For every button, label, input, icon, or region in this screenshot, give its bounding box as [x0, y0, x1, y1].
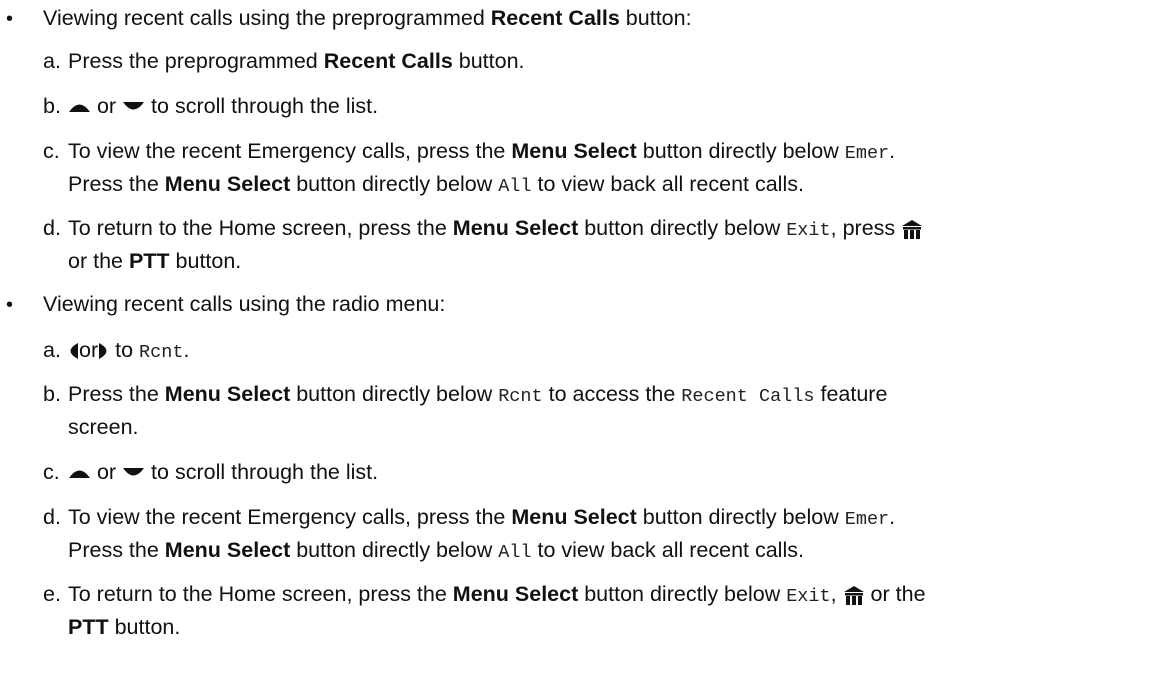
step-text: button directly below: [290, 382, 499, 406]
step-label: b.: [43, 382, 61, 406]
menu-select-bold: Menu Select: [452, 216, 579, 240]
menu-select-bold: Menu Select: [164, 538, 291, 562]
line-2: PTT button.: [43, 612, 1163, 643]
step-text: to access the: [542, 382, 682, 406]
exit-code: Exit: [786, 220, 831, 241]
step-text: Press the: [68, 538, 165, 562]
ptt-bold: PTT: [128, 249, 170, 273]
emer-code: Emer: [844, 143, 890, 164]
line-1: e. To return to the Home screen, press th…: [43, 579, 1163, 612]
step-text: or the: [68, 249, 129, 273]
menu-select-bold: Menu Select: [452, 582, 579, 606]
down-arrow-icon: [122, 467, 145, 479]
menu-select-bold: Menu Select: [164, 172, 291, 196]
step-label: a.: [43, 338, 61, 362]
bullet-marker: •: [6, 294, 14, 316]
section2-intro: Viewing recent calls using the radio men…: [43, 292, 446, 316]
step-text-end: .: [889, 505, 896, 529]
section2-step-b: b. Press the Menu Select button directly …: [43, 379, 1163, 443]
menu-select-bold: Menu Select: [511, 505, 637, 529]
step-text: button directly below: [636, 139, 845, 163]
emer-code: Emer: [844, 509, 890, 530]
intro-text: Viewing recent calls using the preprogra…: [43, 6, 491, 30]
step-label: c.: [43, 460, 60, 484]
line-1: d. To view the recent Emergency calls, pr…: [43, 502, 1163, 535]
line-2: or the PTT button.: [43, 246, 1163, 277]
step-text-end: .: [889, 139, 896, 163]
step-text: ,: [830, 582, 843, 606]
step-label: e.: [43, 582, 61, 606]
line-1: d. To return to the Home screen, press th…: [43, 213, 1163, 246]
right-arrow-icon: [98, 342, 109, 360]
or-text: or: [91, 94, 123, 118]
step-text: To return to the Home screen, press the: [68, 216, 453, 240]
or-text: or: [79, 338, 99, 362]
step-text: To view the recent Emergency calls, pres…: [68, 505, 512, 529]
step-text: Press the: [68, 382, 165, 406]
section1-step-b: b. or to scroll through the list.: [43, 91, 1163, 122]
section1-intro: Viewing recent calls using the preprogra…: [43, 6, 692, 31]
step-text-end: to view back all recent calls.: [531, 538, 804, 562]
line-1: b. Press the Menu Select button directly …: [43, 379, 1163, 412]
step-text: button directly below: [578, 582, 787, 606]
section1-step-d: d. To return to the Home screen, press th…: [43, 213, 1163, 277]
rcnt-code: Rcnt: [498, 386, 543, 407]
left-arrow-icon: [68, 342, 79, 360]
recent-calls-bold: Recent Calls: [490, 6, 620, 30]
step-text-end: button.: [452, 49, 525, 73]
step-text-end: or the: [864, 582, 926, 606]
step-text-end: button.: [108, 615, 181, 639]
step-label: b.: [43, 94, 61, 118]
exit-code: Exit: [786, 586, 831, 607]
up-arrow-icon: [68, 467, 91, 479]
section2-step-e: e. To return to the Home screen, press th…: [43, 579, 1163, 643]
step-text-end: to view back all recent calls.: [531, 172, 804, 196]
step-text: , press: [830, 216, 902, 240]
step-label: a.: [43, 49, 61, 73]
section1-step-c: c. To view the recent Emergency calls, pr…: [43, 136, 1163, 202]
step-text: button directly below: [636, 505, 845, 529]
step-text: To return to the Home screen, press the: [68, 582, 453, 606]
section2-step-c: c. or to scroll through the list.: [43, 457, 1163, 488]
all-code: All: [498, 176, 532, 197]
step-text: To view the recent Emergency calls, pres…: [68, 139, 512, 163]
line-2: screen.: [68, 415, 139, 439]
step-text-end: to scroll through the list.: [145, 94, 379, 118]
recent-calls-bold: Recent Calls: [323, 49, 453, 73]
all-code: All: [498, 542, 532, 563]
line-1: c. To view the recent Emergency calls, pr…: [43, 136, 1163, 169]
home-icon: [901, 219, 923, 240]
home-icon: [843, 585, 865, 606]
step-label: d.: [43, 505, 61, 529]
step-text: to: [109, 338, 140, 362]
section2-step-a: a. or to Rcnt.: [43, 335, 1163, 368]
down-arrow-icon: [122, 101, 145, 113]
step-text: button directly below: [290, 538, 499, 562]
document-page: • Viewing recent calls using the preprog…: [0, 0, 1174, 681]
step-text-end: button.: [169, 249, 242, 273]
menu-select-bold: Menu Select: [164, 382, 291, 406]
intro-text-end: button:: [619, 6, 692, 30]
step-label: d.: [43, 216, 61, 240]
line-2: Press the Menu Select button directly be…: [43, 169, 1163, 202]
section2-step-d: d. To view the recent Emergency calls, pr…: [43, 502, 1163, 568]
step-text-end: .: [183, 338, 190, 362]
or-text: or: [91, 460, 123, 484]
step-label: c.: [43, 139, 60, 163]
ptt-bold: PTT: [68, 615, 109, 639]
bullet-marker: •: [6, 8, 14, 30]
up-arrow-icon: [68, 101, 91, 113]
step-text: button directly below: [290, 172, 499, 196]
section1-step-a: a. Press the preprogrammed Recent Calls b…: [43, 46, 1163, 77]
menu-select-bold: Menu Select: [511, 139, 637, 163]
step-text: Press the preprogrammed: [68, 49, 324, 73]
step-text-end: to scroll through the list.: [145, 460, 379, 484]
line-2: Press the Menu Select button directly be…: [43, 535, 1163, 568]
step-text: Press the: [68, 172, 165, 196]
step-text: button directly below: [578, 216, 787, 240]
recent-calls-code: Recent Calls: [681, 386, 815, 407]
rcnt-code: Rcnt: [139, 342, 184, 363]
step-text-end: feature: [814, 382, 888, 406]
